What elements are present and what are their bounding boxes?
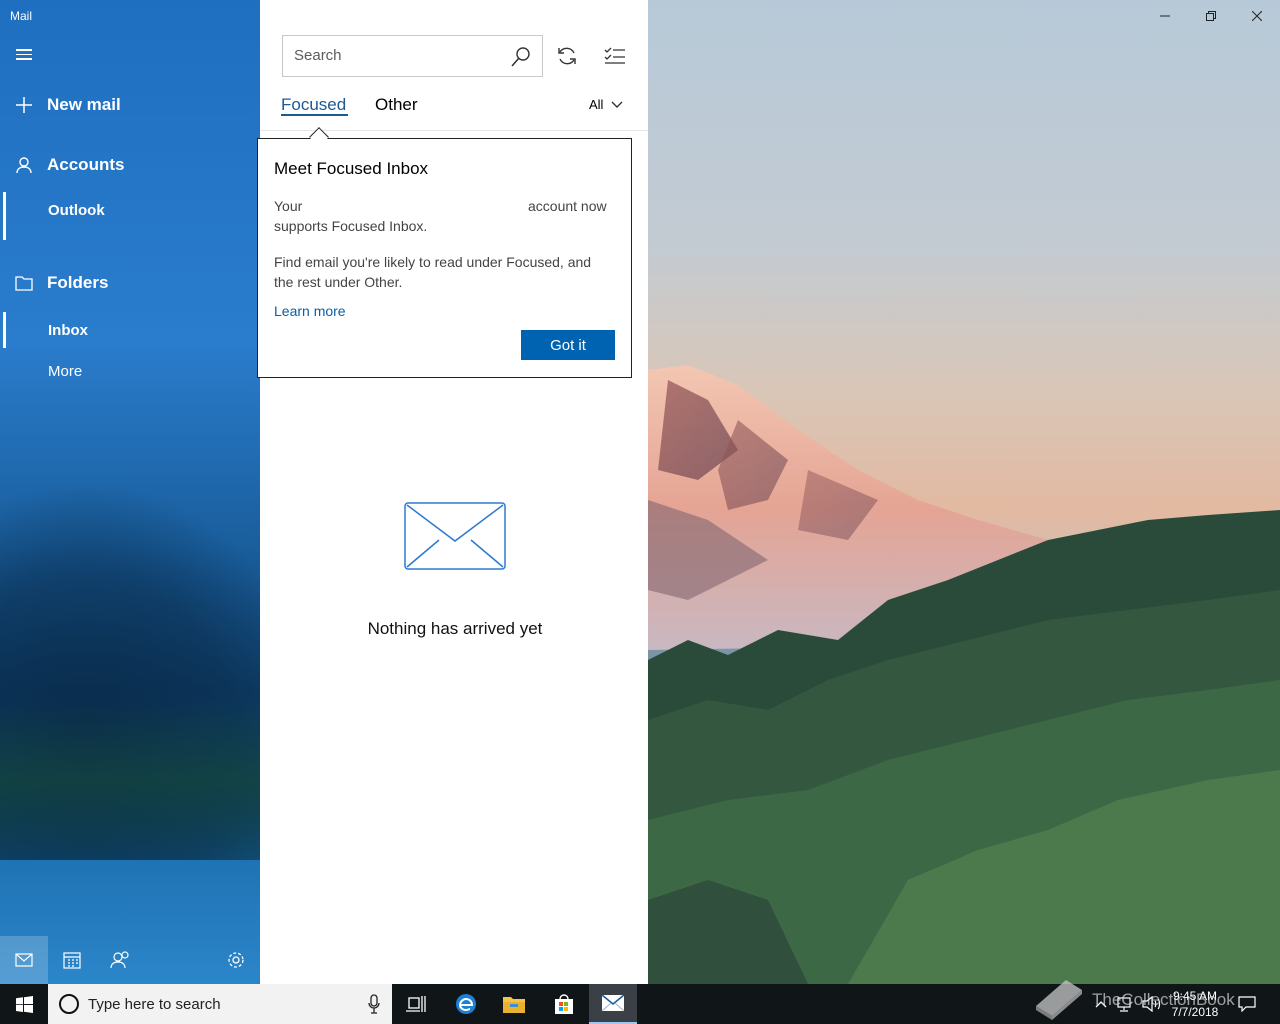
microphone-icon[interactable] bbox=[368, 994, 380, 1014]
accounts-button[interactable]: Accounts bbox=[0, 150, 260, 180]
taskbar-clock[interactable]: 9:45 AM 7/7/2018 bbox=[1166, 988, 1224, 1020]
tab-focused[interactable]: Focused bbox=[281, 95, 346, 115]
start-button[interactable] bbox=[0, 984, 48, 1024]
plus-icon bbox=[0, 96, 47, 114]
store-icon bbox=[555, 994, 573, 1014]
folder-item-more[interactable]: More bbox=[0, 353, 260, 393]
filter-label: All bbox=[589, 97, 604, 112]
navigation-pane: Mail New mail Accounts Outlook Folders I… bbox=[0, 0, 260, 984]
tab-focused-indicator bbox=[281, 114, 348, 116]
folder-icon bbox=[503, 997, 525, 1013]
edge-icon bbox=[456, 994, 476, 1014]
settings-button[interactable] bbox=[212, 936, 260, 984]
mountain-landscape-image bbox=[648, 365, 1280, 984]
edge-browser-button[interactable] bbox=[442, 984, 490, 1024]
taskbar-search-placeholder: Type here to search bbox=[88, 996, 221, 1013]
folder-icon bbox=[0, 275, 47, 291]
selection-indicator bbox=[3, 312, 6, 348]
got-it-button[interactable]: Got it bbox=[521, 330, 615, 360]
speaker-icon bbox=[1142, 996, 1161, 1012]
focused-inbox-popup: Meet Focused Inbox Your account now supp… bbox=[257, 138, 632, 378]
task-view-button[interactable] bbox=[392, 984, 440, 1024]
mail-app-button[interactable] bbox=[589, 984, 637, 1024]
notification-icon bbox=[1238, 996, 1256, 1012]
popup-text-line1-left: Your bbox=[274, 198, 303, 214]
taskbar: Type here to search 9:45 AM 7/7/2018 bbox=[0, 984, 1280, 1024]
close-icon bbox=[1252, 11, 1262, 21]
popup-text-para2-line1: Find email you're likely to read under F… bbox=[274, 254, 592, 270]
checklist-icon bbox=[604, 47, 625, 64]
network-icon bbox=[1117, 997, 1131, 1012]
mail-switch-button[interactable] bbox=[0, 936, 48, 984]
calendar-icon bbox=[63, 952, 81, 969]
accounts-label: Accounts bbox=[47, 155, 125, 174]
task-view-icon bbox=[406, 996, 426, 1012]
action-center-button[interactable] bbox=[1232, 984, 1262, 1024]
clock-time: 9:45 AM bbox=[1172, 989, 1218, 1003]
popup-title: Meet Focused Inbox bbox=[274, 159, 429, 178]
empty-state-message: Nothing has arrived yet bbox=[367, 619, 543, 638]
file-explorer-button[interactable] bbox=[490, 984, 538, 1024]
popup-text-line1-right: account now bbox=[528, 198, 607, 214]
taskbar-search-box[interactable]: Type here to search bbox=[48, 984, 392, 1024]
folder-item-label: More bbox=[48, 363, 83, 380]
people-switch-button[interactable] bbox=[96, 936, 144, 984]
gear-icon bbox=[228, 952, 244, 968]
search-input[interactable] bbox=[294, 47, 494, 64]
account-item-outlook[interactable]: Outlook bbox=[0, 192, 260, 240]
reading-pane bbox=[648, 0, 1280, 984]
restore-icon bbox=[1206, 11, 1216, 21]
volume-button[interactable] bbox=[1140, 984, 1164, 1024]
account-item-label: Outlook bbox=[48, 202, 105, 219]
sync-icon bbox=[558, 47, 576, 65]
sync-button[interactable] bbox=[551, 40, 583, 72]
cortana-icon bbox=[59, 994, 79, 1014]
windows-logo-icon bbox=[15, 995, 33, 1013]
new-mail-label: New mail bbox=[47, 95, 121, 114]
hamburger-menu-button[interactable] bbox=[14, 46, 34, 64]
nav-bottom-bar bbox=[0, 936, 260, 984]
minimize-button[interactable] bbox=[1142, 0, 1188, 32]
person-icon bbox=[0, 156, 47, 174]
popup-text-para2-line2: the rest under Other. bbox=[274, 274, 403, 290]
people-icon bbox=[110, 951, 129, 969]
show-hidden-icons-button[interactable] bbox=[1092, 984, 1110, 1024]
clock-date: 7/7/2018 bbox=[1171, 1005, 1219, 1019]
folder-item-label: Inbox bbox=[48, 322, 88, 339]
selection-indicator bbox=[3, 192, 6, 240]
calendar-switch-button[interactable] bbox=[48, 936, 96, 984]
minimize-icon bbox=[1160, 15, 1170, 17]
popup-text-line2: supports Focused Inbox. bbox=[274, 218, 428, 234]
folders-label: Folders bbox=[47, 273, 109, 292]
search-box[interactable] bbox=[282, 35, 543, 77]
tab-other[interactable]: Other bbox=[375, 95, 418, 115]
store-button[interactable] bbox=[540, 984, 588, 1024]
mail-icon bbox=[15, 953, 33, 967]
envelope-icon bbox=[404, 502, 506, 570]
chevron-up-icon bbox=[1095, 1001, 1107, 1008]
restore-button[interactable] bbox=[1188, 0, 1234, 32]
search-icon[interactable] bbox=[510, 46, 532, 68]
selection-mode-button[interactable] bbox=[599, 40, 631, 72]
folders-button[interactable]: Folders bbox=[0, 268, 260, 298]
filter-dropdown[interactable]: All bbox=[589, 97, 623, 112]
new-mail-button[interactable]: New mail bbox=[0, 90, 260, 120]
mail-icon bbox=[601, 994, 625, 1012]
app-title: Mail bbox=[10, 9, 33, 23]
network-button[interactable] bbox=[1114, 984, 1138, 1024]
close-button[interactable] bbox=[1234, 0, 1280, 32]
folder-item-inbox[interactable]: Inbox bbox=[0, 312, 260, 352]
chevron-down-icon bbox=[611, 101, 623, 108]
learn-more-link[interactable]: Learn more bbox=[274, 303, 346, 319]
